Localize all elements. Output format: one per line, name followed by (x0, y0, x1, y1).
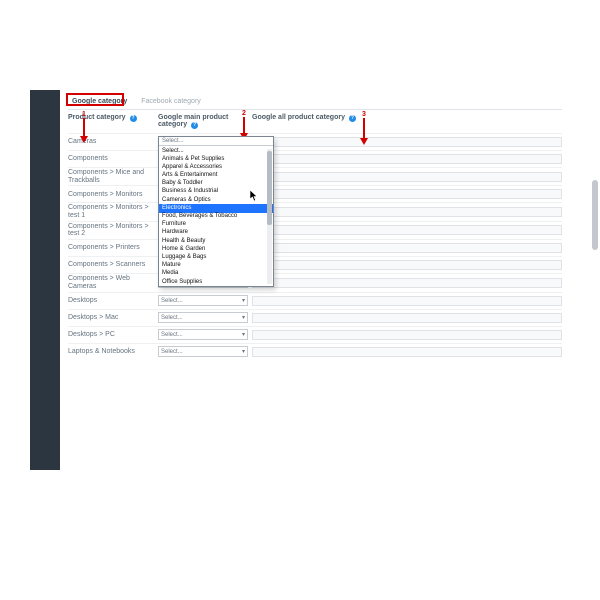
product-category-label: Cameras (68, 138, 158, 146)
table-row: Components > PrintersSelect...▾ (68, 239, 562, 256)
dropdown-option[interactable]: Food, Beverages & Tobacco (159, 213, 273, 221)
left-sidebar (30, 90, 60, 470)
google-all-category-input[interactable] (252, 207, 562, 217)
product-category-label: Desktops > PC (68, 331, 158, 339)
table-row: Desktops > MacSelect... ▾ (68, 309, 562, 326)
google-all-category-input[interactable] (252, 137, 562, 147)
dropdown-option[interactable]: Media (159, 270, 273, 278)
table-row: Components > Monitors > test 2Select...▾ (68, 221, 562, 239)
select-wrapper: Select... ▾ (158, 329, 248, 340)
dropdown-option[interactable]: Baby & Toddler (159, 180, 273, 188)
header-product-category-text: Product category (68, 114, 126, 121)
google-main-category-select[interactable]: Select... ▾ (158, 346, 248, 357)
google-all-category-input[interactable] (252, 260, 562, 270)
table-row: DesktopsSelect... ▾ (68, 292, 562, 309)
product-category-label: Components > Monitors (68, 191, 158, 199)
dropdown-scrollbar[interactable] (267, 149, 272, 284)
product-category-label: Laptops & Notebooks (68, 348, 158, 356)
header-google-main: Google main product category ? (158, 114, 248, 129)
google-all-category-input[interactable] (252, 189, 562, 199)
scrollbar-thumb[interactable] (267, 151, 272, 225)
table-row: Components > Monitors > test 1Select...▾ (68, 202, 562, 220)
help-icon[interactable]: ? (349, 115, 356, 122)
header-google-main-l2: category (158, 121, 187, 128)
dropdown-option[interactable]: Luggage & Bags (159, 253, 273, 261)
dropdown-option[interactable]: Furniture (159, 221, 273, 229)
header-product-category: Product category ? (68, 114, 158, 129)
table-row: Components > ScannersSelect...▾ (68, 256, 562, 273)
chevron-down-icon: ▾ (242, 297, 245, 304)
select-placeholder: Select... (161, 332, 183, 338)
table-row: Components > Web CamerasSelect...▾ (68, 273, 562, 291)
select-wrapper: Select... ▾ (158, 312, 248, 323)
dropdown-options-list: Select...Animals & Pet SuppliesApparel &… (159, 146, 273, 286)
chevron-down-icon: ▾ (242, 348, 245, 355)
google-all-category-input[interactable] (252, 154, 562, 164)
dropdown-selected-value: Select... (159, 137, 273, 146)
category-tabs: Google category Facebook category (68, 96, 562, 110)
main-panel: Google category Facebook category Produc… (60, 90, 570, 470)
dropdown-option[interactable]: Hardware (159, 229, 273, 237)
table-row: ComponentsSelect...▾ (68, 150, 562, 167)
select-placeholder: Select... (161, 298, 183, 304)
product-category-label: Components > Monitors > test 1 (68, 204, 158, 219)
product-category-label: Components > Mice and Trackballs (68, 169, 158, 184)
tab-facebook-category[interactable]: Facebook category (137, 96, 205, 107)
dropdown-option[interactable]: Office Supplies (159, 278, 273, 286)
page-scrollbar-thumb[interactable] (592, 180, 598, 250)
google-main-category-select[interactable]: Select... ▾ (158, 295, 248, 306)
dropdown-option[interactable]: Apparel & Accessories (159, 163, 273, 171)
dropdown-option[interactable]: Cameras & Optics (159, 196, 273, 204)
google-main-category-dropdown[interactable]: Select... Select...Animals & Pet Supplie… (158, 136, 274, 287)
header-google-main-l1: Google main product (158, 114, 228, 121)
dropdown-option[interactable]: Arts & Entertainment (159, 172, 273, 180)
select-wrapper: Select... ▾ (158, 295, 248, 306)
header-google-all-text: Google all product category (252, 114, 345, 121)
dropdown-option[interactable]: Animals & Pet Supplies (159, 155, 273, 163)
dropdown-option[interactable]: Select... (159, 147, 273, 155)
google-all-category-input[interactable] (252, 347, 562, 357)
help-icon[interactable]: ? (130, 115, 137, 122)
dropdown-option[interactable]: Business & Industrial (159, 188, 273, 196)
google-all-category-input[interactable] (252, 330, 562, 340)
google-all-category-input[interactable] (252, 172, 562, 182)
column-headers: Product category ? Google main product c… (68, 114, 562, 129)
google-all-category-input[interactable] (252, 225, 562, 235)
header-google-all: Google all product category ? (252, 114, 562, 129)
chevron-down-icon: ▾ (242, 331, 245, 338)
table-row: Laptops & NotebooksSelect... ▾ (68, 343, 562, 360)
table-row: CamerasSelect...▾ (68, 133, 562, 150)
google-all-category-input[interactable] (252, 313, 562, 323)
dropdown-option[interactable]: Home & Garden (159, 245, 273, 253)
dropdown-option[interactable]: Health & Beauty (159, 237, 273, 245)
product-category-label: Components > Monitors > test 2 (68, 223, 158, 238)
select-placeholder: Select... (161, 315, 183, 321)
product-category-label: Components > Scanners (68, 261, 158, 269)
dropdown-option[interactable]: Mature (159, 262, 273, 270)
select-wrapper: Select... ▾ (158, 346, 248, 357)
category-rows: CamerasSelect...▾ComponentsSelect...▾Com… (68, 133, 562, 360)
app-frame: Google category Facebook category Produc… (30, 90, 570, 470)
select-placeholder: Select... (161, 349, 183, 355)
table-row: Desktops > PCSelect... ▾ (68, 326, 562, 343)
google-all-category-input[interactable] (252, 278, 562, 288)
product-category-label: Components > Web Cameras (68, 275, 158, 290)
google-main-category-select[interactable]: Select... ▾ (158, 312, 248, 323)
product-category-label: Components > Printers (68, 244, 158, 252)
tab-google-category[interactable]: Google category (68, 96, 131, 107)
help-icon[interactable]: ? (191, 122, 198, 129)
dropdown-option[interactable]: Electronics (159, 204, 273, 212)
table-row: Components > MonitorsSelect...▾ (68, 185, 562, 202)
google-all-category-input[interactable] (252, 296, 562, 306)
product-category-label: Desktops (68, 297, 158, 305)
google-main-category-select[interactable]: Select... ▾ (158, 329, 248, 340)
google-all-category-input[interactable] (252, 243, 562, 253)
product-category-label: Components (68, 155, 158, 163)
table-row: Components > Mice and TrackballsSelect..… (68, 167, 562, 185)
chevron-down-icon: ▾ (242, 314, 245, 321)
product-category-label: Desktops > Mac (68, 314, 158, 322)
